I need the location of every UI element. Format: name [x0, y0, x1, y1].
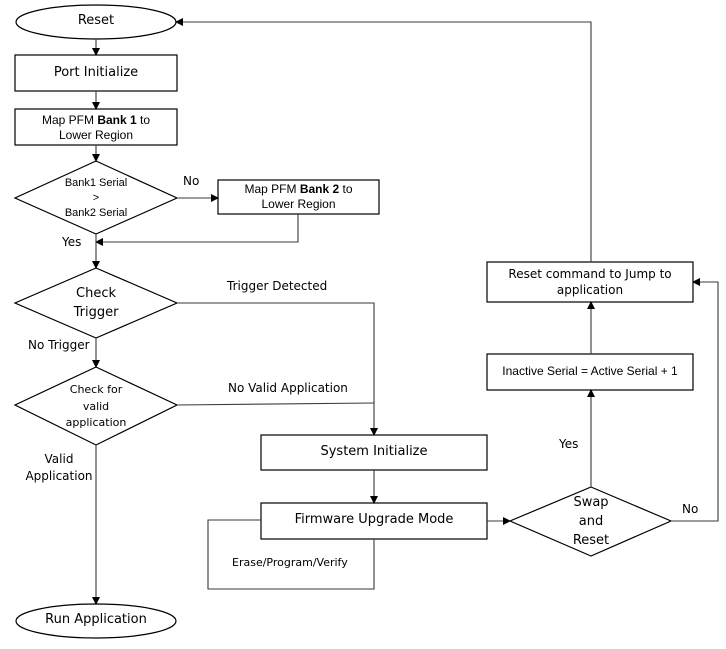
edge-reset-cmd-to-reset [175, 18, 592, 262]
check-valid-app-label: Check for valid application [46, 382, 146, 432]
edge-label-no-trigger: No Trigger [28, 338, 90, 352]
run-application-label: Run Application [45, 612, 147, 627]
bank-compare-label: Bank1 Serial > Bank2 Serial [46, 176, 146, 221]
edge-label-bank-no: No [183, 174, 200, 188]
map-bank1-suffix: to [136, 113, 151, 127]
map-bank2-label: Map PFM Bank 2 to Lower Region [218, 182, 379, 212]
edge-label-no-valid-app: No Valid Application [228, 381, 348, 395]
inactive-serial-label: Inactive Serial = Active Serial + 1 [502, 364, 678, 378]
check-valid-app-line1: Check for [69, 383, 123, 396]
map-bank1-line2: Lower Region [58, 128, 134, 142]
edge-label-bank-yes: Yes [62, 235, 82, 249]
check-trigger-line2: Trigger [73, 305, 119, 320]
map-bank1-bold: Bank 1 [97, 113, 137, 127]
system-initialize-label: System Initialize [320, 444, 428, 459]
firmware-upgrade-label: Firmware Upgrade Mode [294, 512, 454, 527]
edge-label-valid-app: Valid Application [24, 451, 94, 485]
edge-label-trigger-detected: Trigger Detected [227, 279, 328, 293]
swap-and-reset-line1: Swap [573, 495, 609, 510]
map-bank2-line2: Lower Region [261, 197, 336, 211]
edge-swap-no [671, 278, 719, 522]
check-trigger-label: Check Trigger [46, 284, 146, 322]
reset-command-line1: Reset command to Jump to [508, 267, 672, 281]
map-bank2-prefix: Map PFM [244, 182, 300, 196]
swap-and-reset-line3: Reset [572, 533, 610, 548]
erase-program-verify-label: Erase/Program/Verify [232, 556, 348, 569]
check-trigger-line1: Check [76, 286, 116, 301]
edge-label-valid-app-line2: Application [25, 469, 93, 483]
bank-compare-line2: > [92, 192, 100, 204]
reset-command-line2: application [556, 283, 624, 297]
edge-label-swap-no: No [682, 502, 699, 516]
map-bank2-suffix: to [339, 182, 353, 196]
edge-trigger-detected [177, 302, 378, 436]
map-bank1-label: Map PFM Bank 1 to Lower Region [15, 113, 177, 143]
bank-compare-line1: Bank1 Serial [64, 177, 128, 189]
map-bank2-bold: Bank 2 [299, 182, 340, 196]
edge-label-swap-yes: Yes [559, 437, 579, 451]
map-bank1-prefix: Map PFM [41, 113, 98, 127]
reset-label: Reset [77, 13, 115, 28]
check-valid-app-line2: valid [82, 399, 110, 413]
edge-no-valid-app [176, 402, 375, 406]
swap-and-reset-line2: and [578, 514, 604, 529]
check-valid-app-line3: application [65, 416, 127, 429]
port-initialize-label: Port Initialize [53, 65, 139, 80]
bank-compare-line3: Bank2 Serial [64, 207, 128, 219]
reset-command-label: Reset command to Jump to application [487, 266, 693, 298]
edge-label-valid-app-line1: Valid [44, 452, 74, 466]
flowchart-canvas [13, 4, 719, 639]
swap-and-reset-label: Swap and Reset [546, 493, 636, 550]
